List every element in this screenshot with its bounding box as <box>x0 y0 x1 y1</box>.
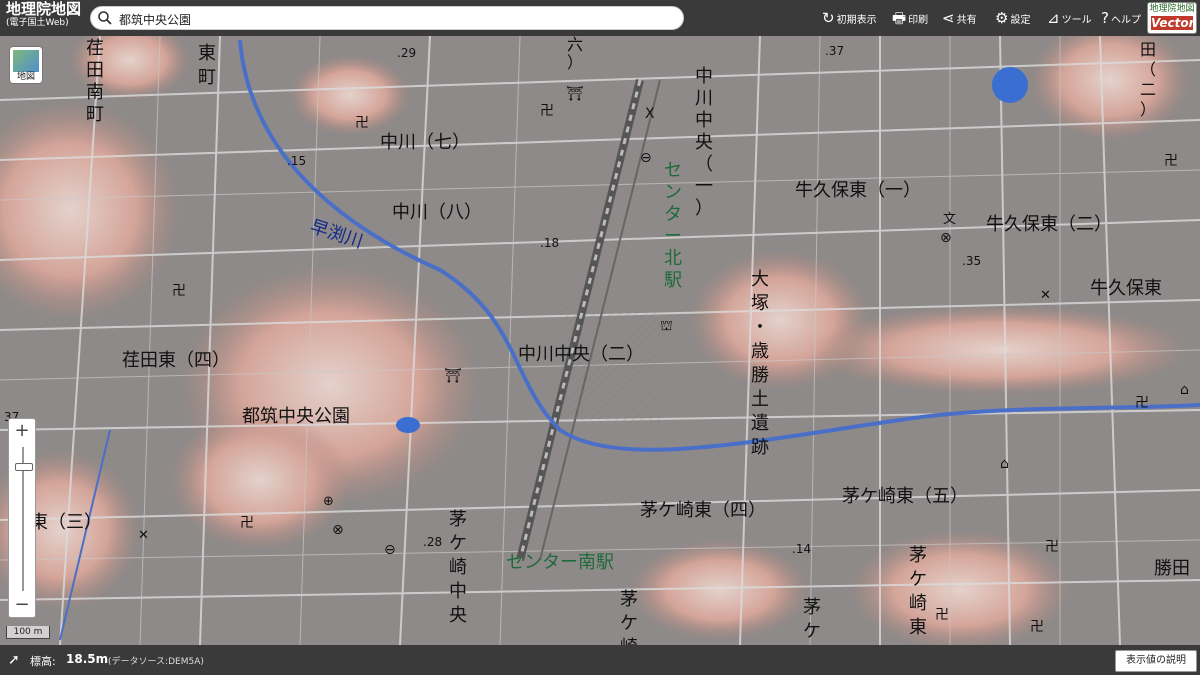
search-box[interactable] <box>90 6 684 30</box>
vector-logo-title: 地理院地図 <box>1149 4 1195 14</box>
menu-print[interactable]: 🖶 印刷 <box>892 0 928 36</box>
header-bar: 地理院地図 (電子国土Web) ↻初期表示 🖶印刷 ⋖共有 ⚙設定 ⊿ツール ?… <box>0 0 1200 36</box>
zoom-control: + − <box>8 418 36 618</box>
printer-icon: 🖶 <box>892 8 907 27</box>
help-icon: ? <box>1101 8 1109 27</box>
station-hatch <box>560 300 660 420</box>
app-logo[interactable]: 地理院地図 (電子国土Web) <box>6 2 86 28</box>
elevation-label: 標高: <box>30 655 56 668</box>
menu-tools-label: ツール <box>1061 14 1092 26</box>
pond-park <box>396 417 420 433</box>
zoom-in-button[interactable]: + <box>9 419 35 443</box>
menu-share-label: 共有 <box>956 14 977 26</box>
tools-icon: ⊿ <box>1047 8 1060 27</box>
vector-logo-button[interactable]: 地理院地図 Vector <box>1147 2 1197 34</box>
logo-title: 地理院地図 <box>6 0 82 18</box>
menu-settings-label: 設定 <box>1010 14 1031 26</box>
pond-north <box>992 67 1028 103</box>
share-icon: ⋖ <box>942 8 955 27</box>
gear-icon: ⚙ <box>995 8 1009 27</box>
menu-help-label: ヘルプ <box>1110 14 1141 26</box>
scale-bar: 100 m <box>6 626 50 639</box>
explain-values-button[interactable]: 表示値の説明 <box>1115 650 1197 672</box>
vector-logo-badge: Vector <box>1151 16 1195 30</box>
layer-switch-label: 地図 <box>16 72 35 82</box>
arrow-icon[interactable]: ➚ <box>8 652 20 668</box>
search-icon <box>98 11 112 25</box>
layer-switch-button[interactable]: 地図 <box>9 46 43 84</box>
menu-reset-label: 初期表示 <box>836 14 877 26</box>
menu-tools[interactable]: ⊿ ツール <box>1047 0 1092 36</box>
search-input[interactable] <box>117 9 661 29</box>
status-bar: ➚ 標高: 18.5m (データソース:DEM5A) 表示値の説明 <box>0 645 1200 675</box>
menu-reset[interactable]: ↻ 初期表示 <box>822 0 877 36</box>
map-canvas[interactable]: 荏田南町 東町 六） 中川（七） 中川（八） 中川中央（一） センター北駅 牛久… <box>0 0 1200 675</box>
logo-subtitle: (電子国土Web) <box>6 18 69 28</box>
elevation-source: (データソース:DEM5A) <box>108 657 204 667</box>
menu-help[interactable]: ? ヘルプ <box>1101 0 1141 36</box>
zoom-out-button[interactable]: − <box>9 593 35 617</box>
menu-print-label: 印刷 <box>908 14 929 26</box>
menu-share[interactable]: ⋖ 共有 <box>942 0 977 36</box>
menu-settings[interactable]: ⚙ 設定 <box>995 0 1030 36</box>
zoom-slider-handle[interactable] <box>15 463 33 471</box>
refresh-icon: ↻ <box>822 8 835 27</box>
elevation-value: 18.5m <box>66 652 109 666</box>
